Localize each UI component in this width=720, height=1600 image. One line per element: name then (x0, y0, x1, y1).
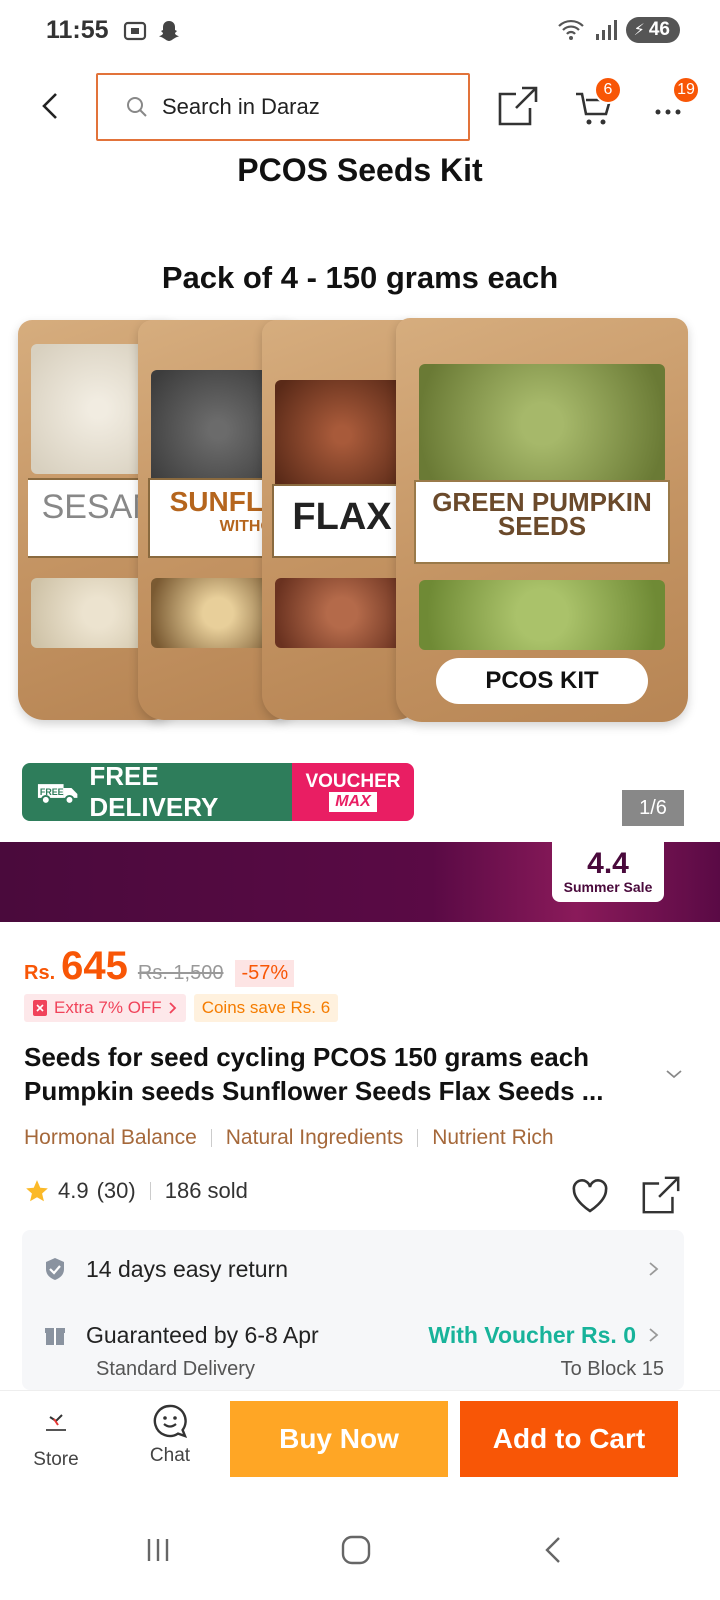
search-placeholder: Search in Daraz (162, 94, 320, 119)
voucher-text: VOUCHER (305, 771, 401, 792)
sale-number: 4.4 (587, 847, 629, 880)
return-policy-text: 14 days easy return (86, 1255, 289, 1282)
return-policy-row[interactable]: 14 days easy return (22, 1252, 684, 1286)
tag-divider (210, 1129, 212, 1147)
chevron-right-icon (649, 1262, 659, 1276)
wishlist-button[interactable] (570, 1176, 610, 1216)
delivery-type: Standard Delivery (96, 1358, 255, 1380)
flax-label: FLAX (292, 496, 392, 538)
shield-check-icon (46, 1258, 64, 1280)
cart-button[interactable]: 6 (574, 76, 622, 128)
search-input[interactable]: Search in Daraz (96, 73, 470, 141)
promo-chips: Extra 7% OFF Coins save Rs. 6 (24, 994, 339, 1022)
tag-hormonal-balance: Hormonal Balance (24, 1126, 197, 1149)
truck-icon: FREE (37, 784, 78, 805)
status-time: 11:55 (46, 16, 109, 44)
product-tags: Hormonal Balance Natural Ingredients Nut… (24, 1126, 554, 1150)
sale-badge: 4.4 Summer Sale (552, 842, 664, 902)
back-icon (545, 1537, 560, 1563)
snapchat-icon (159, 21, 179, 41)
chat-label: Chat (149, 1445, 191, 1466)
add-to-cart-button[interactable]: Add to Cart (460, 1401, 678, 1477)
chevron-down-icon[interactable] (664, 1064, 684, 1084)
free-delivery-badge: FREE FREE DELIVERY (22, 763, 292, 821)
star-icon (26, 1180, 48, 1202)
back-button[interactable] (30, 86, 70, 126)
more-count-badge: 19 (672, 76, 700, 104)
discount-badge: -57% (235, 960, 295, 987)
promo-banner: FREE FREE DELIVERY VOUCHER MAX (22, 763, 414, 821)
system-back-button[interactable] (524, 1522, 584, 1578)
price-row: Rs. 645 Rs. 1,500 -57% (24, 944, 295, 989)
recent-apps-icon (147, 1539, 169, 1561)
tag-nutrient-rich: Nutrient Rich (432, 1126, 554, 1149)
free-delivery-text: FREE DELIVERY (89, 763, 219, 821)
tag-natural-ingredients: Natural Ingredients (225, 1126, 404, 1149)
tag-divider (417, 1129, 419, 1147)
heart-icon (572, 1179, 608, 1213)
screenshot-icon (123, 21, 147, 41)
chevron-right-icon (169, 1002, 176, 1014)
cart-count-badge: 6 (594, 76, 622, 104)
top-nav: Search in Daraz 6 19 (0, 70, 720, 142)
current-price: 645 (61, 944, 128, 988)
system-navigation-bar (0, 1500, 720, 1600)
image-title: PCOS Seeds Kit (237, 152, 483, 188)
delivery-row[interactable]: Guaranteed by 6-8 Apr With Voucher Rs. 0 (22, 1318, 684, 1352)
home-button[interactable] (326, 1522, 386, 1578)
original-price: Rs. 1,500 (137, 962, 224, 984)
recent-apps-button[interactable] (128, 1522, 188, 1578)
status-icons-right: ⚡ 46 (556, 17, 680, 43)
price-currency: Rs. (24, 962, 56, 984)
share-icon (642, 1176, 680, 1214)
battery-level: 46 (648, 19, 670, 40)
product-image-carousel[interactable]: PCOS Seeds Kit Pack of 4 - 150 grams eac… (0, 142, 720, 842)
status-icons-left (122, 18, 182, 44)
sale-banner[interactable]: 4.4 Summer Sale (0, 842, 720, 922)
home-icon (341, 1535, 371, 1565)
voucher-delivery-fee: With Voucher Rs. 0 (428, 1321, 636, 1348)
share-button[interactable] (496, 84, 540, 128)
pumpkin-pouch: GREEN PUMPKIN SEEDS PCOS KIT (396, 318, 688, 722)
chat-button[interactable]: Chat (134, 1403, 206, 1483)
free-tag: FREE (40, 787, 64, 797)
chevron-left-icon (42, 93, 57, 119)
coins-text: Coins save Rs. 6 (201, 998, 331, 1017)
extra-off-chip[interactable]: Extra 7% OFF (24, 994, 186, 1022)
delivery-date-text: Guaranteed by 6-8 Apr (86, 1321, 319, 1348)
image-subtitle: Pack of 4 - 150 grams each (161, 260, 559, 295)
battery-icon: ⚡ 46 (625, 17, 680, 43)
voucher-max-badge: VOUCHER MAX (292, 763, 414, 821)
image-page-indicator: 1/6 (622, 790, 684, 826)
chevron-right-icon (649, 1328, 659, 1342)
signal-icon (595, 20, 617, 40)
review-count: (30) (96, 1178, 136, 1203)
rating-divider (149, 1182, 151, 1200)
coupon-icon (33, 1000, 47, 1016)
service-info-card: 14 days easy return Guaranteed by 6-8 Ap… (22, 1230, 684, 1390)
kit-label: PCOS KIT (436, 658, 648, 704)
store-label: Store (33, 1449, 79, 1470)
status-bar: 11:55 ⚡ 46 (0, 0, 720, 62)
product-title[interactable]: Seeds for seed cycling PCOS 150 grams ea… (24, 1040, 654, 1108)
more-button[interactable]: 19 (654, 76, 700, 128)
pumpkin-label: GREEN PUMPKIN SEEDS (432, 487, 652, 541)
share-product-button[interactable] (640, 1174, 682, 1216)
coins-chip: Coins save Rs. 6 (193, 994, 339, 1022)
delivery-location: To Block 15 (560, 1358, 664, 1380)
gift-box-icon (45, 1328, 65, 1345)
store-logo-icon (38, 1405, 74, 1441)
chat-smile-icon (153, 1404, 188, 1438)
voucher-max-text: MAX (329, 792, 377, 812)
share-icon (498, 86, 538, 126)
store-button[interactable]: Store (20, 1403, 92, 1483)
sold-count: 186 sold (164, 1178, 248, 1203)
sale-text: Summer Sale (563, 879, 653, 895)
rating-value: 4.9 (58, 1178, 89, 1203)
search-icon (127, 97, 147, 117)
buy-now-button[interactable]: Buy Now (230, 1401, 448, 1477)
bottom-action-bar: Store Chat Buy Now Add to Cart (0, 1390, 720, 1490)
wifi-icon (557, 19, 584, 40)
extra-off-text: Extra 7% OFF (54, 998, 162, 1017)
